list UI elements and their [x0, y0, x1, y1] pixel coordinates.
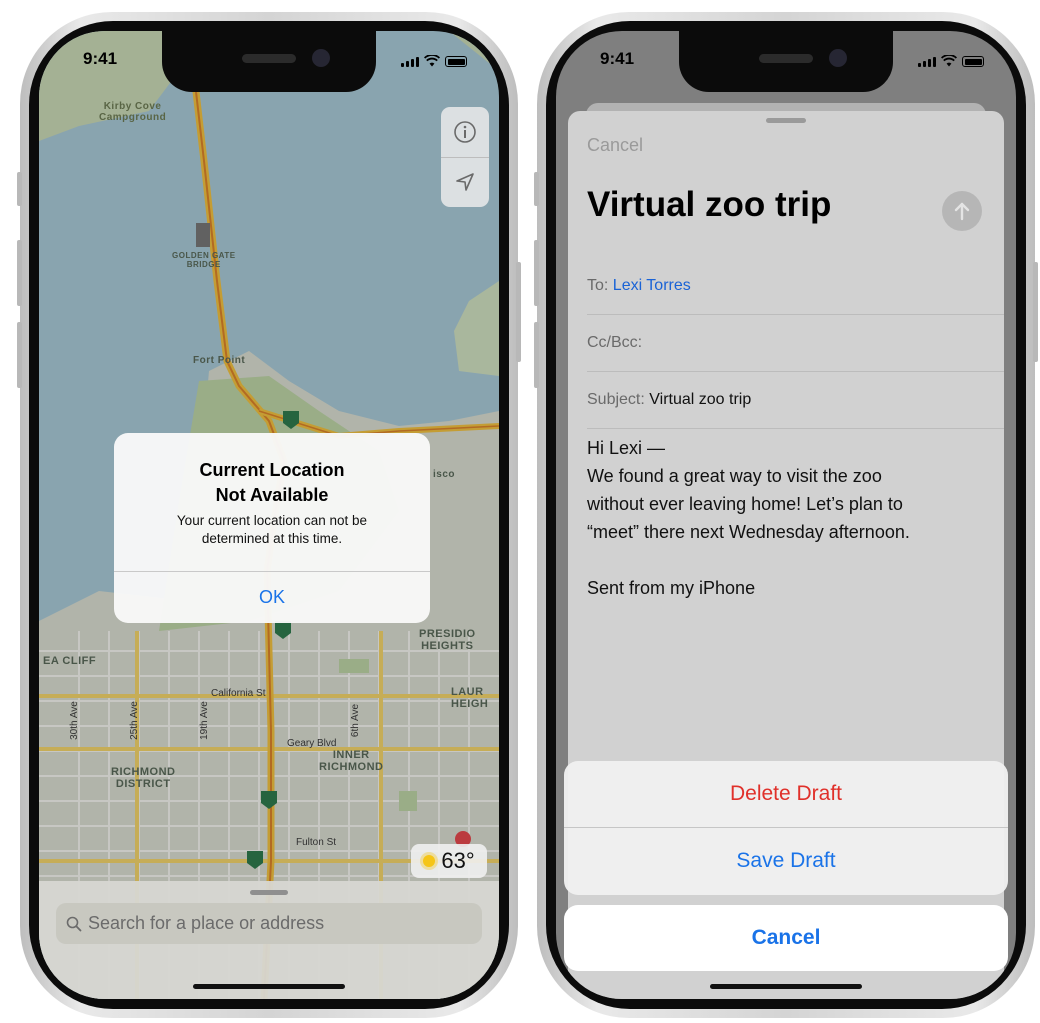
wifi-icon: [941, 55, 957, 67]
search-icon: [66, 916, 82, 931]
sun-icon: [423, 855, 436, 867]
to-field[interactable]: To: Lexi Torres: [587, 258, 1004, 315]
cc-bcc-field[interactable]: Cc/Bcc:: [587, 315, 1004, 372]
compose-title: Virtual zoo trip: [587, 185, 832, 224]
action-sheet: Delete Draft Save Draft: [564, 761, 1008, 895]
notch: [162, 31, 376, 92]
weather-widget[interactable]: 63°: [411, 844, 487, 878]
search-sheet: Search for a place or address: [39, 881, 499, 999]
volume-up-button: [534, 240, 539, 306]
cc-bcc-label: Cc/Bcc:: [587, 334, 643, 351]
mute-switch: [17, 172, 22, 206]
wifi-icon: [424, 55, 440, 67]
body-signature: Sent from my iPhone: [587, 578, 756, 598]
send-button[interactable]: [942, 191, 982, 231]
alert-title: Current Location Not Available: [114, 458, 430, 508]
side-button: [516, 262, 521, 362]
body-line2: without ever leaving home! Let’s plan to: [587, 494, 903, 514]
alert-title-line2: Not Available: [215, 485, 329, 505]
weather-temperature: 63°: [441, 848, 475, 873]
volume-down-button: [534, 322, 539, 388]
phone-mail: 9:41 Cancel Virtual zoo trip To: Lexi To…: [534, 12, 1038, 1018]
subject-label: Subject:: [587, 391, 645, 408]
phone-maps: 9:41 Kirby Cove Campground GOLDEN GATE B…: [17, 12, 521, 1018]
status-time: 9:41: [83, 49, 118, 68]
body-line1: We found a great way to visit the zoo: [587, 466, 882, 486]
home-indicator[interactable]: [193, 984, 345, 989]
map-location-button[interactable]: [441, 157, 489, 207]
subject-field[interactable]: Subject: Virtual zoo trip: [587, 372, 1004, 429]
body-line3: “meet” there next Wednesday afternoon.: [587, 522, 910, 542]
map-info-button[interactable]: [441, 107, 489, 157]
sheet-grabber[interactable]: [250, 890, 288, 895]
battery-icon: [962, 56, 984, 67]
info-icon: [454, 121, 476, 143]
subject-value[interactable]: Virtual zoo trip: [649, 391, 751, 408]
location-alert-dialog: Current Location Not Available Your curr…: [114, 433, 430, 623]
to-recipient[interactable]: Lexi Torres: [613, 277, 691, 294]
cellular-signal-icon: [918, 57, 936, 67]
volume-down-button: [17, 322, 22, 388]
alert-message: Your current location can not be determi…: [176, 513, 368, 546]
status-time: 9:41: [600, 49, 635, 68]
volume-up-button: [17, 240, 22, 306]
location-arrow-icon: [456, 173, 474, 191]
search-input[interactable]: Search for a place or address: [88, 913, 324, 934]
alert-ok-button[interactable]: OK: [114, 572, 430, 623]
action-sheet-cancel-button[interactable]: Cancel: [564, 905, 1008, 971]
map-controls: [441, 107, 489, 207]
arrow-up-icon: [954, 202, 970, 221]
battery-icon: [445, 56, 467, 67]
mail-screen: 9:41 Cancel Virtual zoo trip To: Lexi To…: [556, 31, 1016, 999]
card-grabber[interactable]: [766, 118, 806, 123]
save-draft-button[interactable]: Save Draft: [564, 828, 1008, 894]
notch: [679, 31, 893, 92]
alert-title-line1: Current Location: [199, 460, 345, 480]
search-bar[interactable]: Search for a place or address: [56, 903, 482, 944]
maps-screen: 9:41 Kirby Cove Campground GOLDEN GATE B…: [39, 31, 499, 999]
home-indicator[interactable]: [710, 984, 862, 989]
cellular-signal-icon: [401, 57, 419, 67]
to-label: To:: [587, 277, 609, 294]
side-button: [1033, 262, 1038, 362]
delete-draft-button[interactable]: Delete Draft: [564, 761, 1008, 828]
compose-cancel-button[interactable]: Cancel: [587, 135, 643, 156]
body-greeting: Hi Lexi —: [587, 438, 666, 458]
message-body[interactable]: Hi Lexi — We found a great way to visit …: [587, 434, 974, 602]
mute-switch: [534, 172, 539, 206]
